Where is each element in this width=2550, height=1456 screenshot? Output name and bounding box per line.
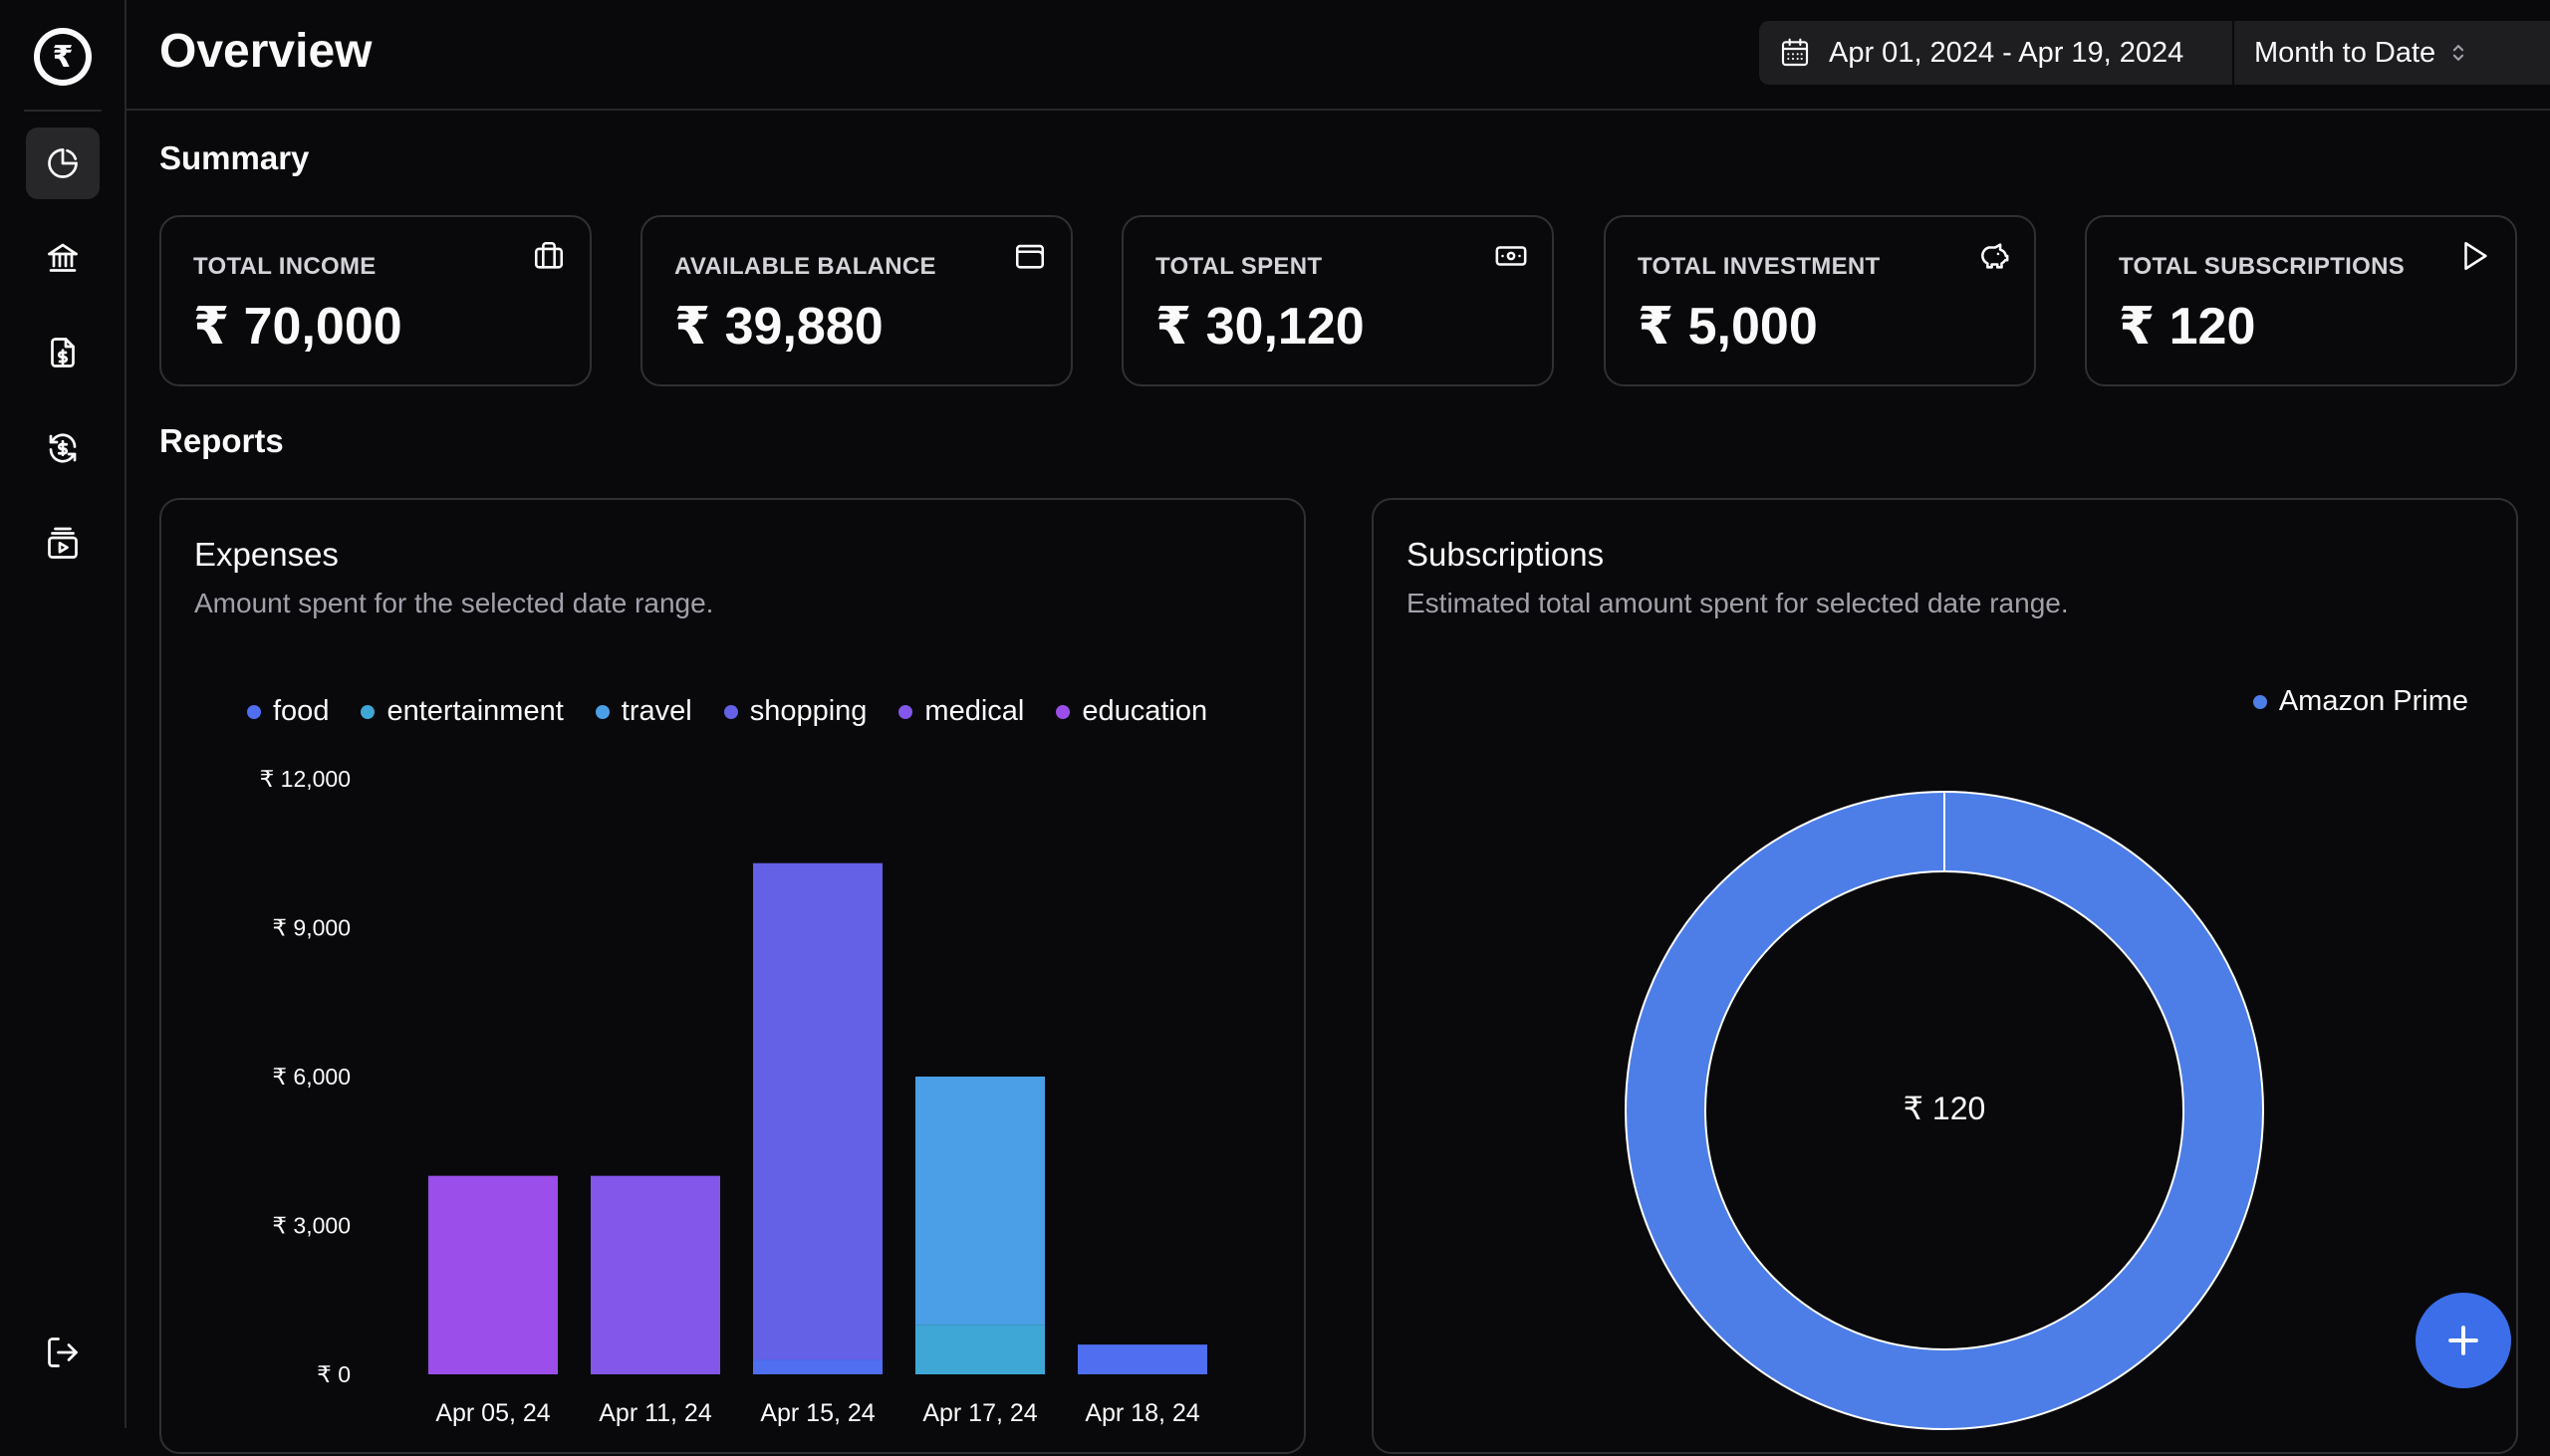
bar-segment-shopping[interactable]: [753, 862, 883, 1360]
y-tick-label: ₹ 9,000: [272, 915, 351, 941]
briefcase-icon: [534, 241, 564, 269]
subscriptions-donut-chart: ₹ 120: [1625, 791, 2264, 1430]
x-tick-label: Apr 18, 24: [1085, 1399, 1199, 1427]
card-value: ₹ 120: [2119, 298, 2256, 356]
reports-heading: Reports: [159, 422, 284, 459]
card-value: ₹ 5,000: [1638, 298, 1818, 356]
add-transaction-button[interactable]: [2416, 1293, 2511, 1388]
donut-center-label: ₹ 120: [1904, 1091, 1986, 1126]
sidebar-item-accounts[interactable]: [26, 221, 100, 293]
summary-heading: Summary: [159, 139, 310, 176]
card-value: ₹ 30,120: [1155, 298, 1365, 356]
date-preset-select[interactable]: Month to Date: [2232, 21, 2550, 85]
date-range-picker: Apr 01, 2024 - Apr 19, 2024 Month to Dat…: [1759, 21, 2550, 85]
subscriptions-panel: Subscriptions Estimated total amount spe…: [1372, 498, 2518, 1454]
play-icon: [2464, 241, 2487, 271]
card-label: TOTAL SUBSCRIPTIONS: [2119, 253, 2406, 280]
logo-symbol: ₹: [40, 34, 86, 80]
sidebar-item-overview[interactable]: [26, 127, 100, 199]
card-label: AVAILABLE BALANCE: [674, 253, 936, 280]
summary-card-available-balance: AVAILABLE BALANCE ₹ 39,880: [640, 215, 1073, 386]
bar-segment-education[interactable]: [428, 1175, 558, 1374]
sidebar: ₹: [0, 0, 127, 1428]
sidebar-item-subscriptions[interactable]: [26, 508, 100, 580]
bar-segment-food[interactable]: [753, 1359, 883, 1374]
y-tick-label: ₹ 12,000: [260, 766, 351, 792]
date-range-value: Apr 01, 2024 - Apr 19, 2024: [1829, 36, 2184, 69]
card-label: TOTAL INVESTMENT: [1638, 253, 1881, 280]
chevron-up-down-icon: [2453, 45, 2464, 61]
x-tick-label: Apr 17, 24: [922, 1399, 1037, 1427]
card-label: TOTAL SPENT: [1155, 253, 1323, 280]
logout-button[interactable]: [26, 1317, 100, 1388]
summary-card-total-income: TOTAL INCOME ₹ 70,000: [159, 215, 592, 386]
date-range-button[interactable]: Apr 01, 2024 - Apr 19, 2024: [1759, 21, 2232, 85]
calendar-icon: [1781, 38, 1809, 67]
bar-segment-food[interactable]: [1078, 1344, 1207, 1374]
banknote-icon: [1495, 246, 1527, 266]
date-preset-value: Month to Date: [2254, 36, 2436, 69]
currency-exchange-icon: [49, 433, 77, 463]
x-tick-label: Apr 05, 24: [435, 1399, 550, 1427]
x-tick-label: Apr 11, 24: [599, 1399, 712, 1427]
subscription-icon: [48, 527, 78, 559]
bar-segment-entertainment[interactable]: [915, 1325, 1045, 1374]
x-tick-label: Apr 15, 24: [760, 1399, 875, 1427]
summary-card-total-investment: TOTAL INVESTMENT ₹ 5,000: [1604, 215, 2036, 386]
bar-segment-medical[interactable]: [591, 1175, 720, 1374]
expenses-bar-chart: ₹ 0 ₹ 3,000 ₹ 6,000 ₹ 9,000 ₹ 12,000 Apr 05, …: [260, 766, 1207, 1427]
y-tick-label: ₹ 0: [317, 1361, 351, 1387]
sidebar-item-invoices[interactable]: [26, 317, 100, 388]
piggy-bank-icon: [1981, 243, 2009, 269]
bank-icon: [48, 243, 78, 272]
sidebar-divider: [24, 110, 102, 112]
card-label: TOTAL INCOME: [193, 253, 377, 280]
y-tick-label: ₹ 6,000: [272, 1064, 351, 1090]
card-value: ₹ 70,000: [193, 298, 402, 356]
invoice-icon: [51, 338, 75, 367]
expenses-panel: Expenses Amount spent for the selected d…: [159, 498, 1306, 1454]
bar-segment-travel[interactable]: [915, 1077, 1045, 1326]
rupee-logo-icon[interactable]: ₹: [34, 28, 92, 86]
y-tick-label: ₹ 3,000: [272, 1213, 351, 1239]
summary-card-total-subscriptions: TOTAL SUBSCRIPTIONS ₹ 120: [2085, 215, 2517, 386]
sidebar-item-investments[interactable]: [26, 412, 100, 484]
logout-icon: [48, 1337, 78, 1367]
card-value: ₹ 39,880: [674, 298, 884, 356]
page-title: Overview: [159, 25, 373, 78]
summary-card-total-spent: TOTAL SPENT ₹ 30,120: [1122, 215, 1554, 386]
wallet-icon: [1015, 244, 1045, 269]
header: Overview Apr 01, 2024 - Apr 19, 2024 Mon…: [127, 0, 2550, 111]
chart-pie-icon: [48, 148, 78, 178]
plus-icon: [2448, 1326, 2478, 1355]
